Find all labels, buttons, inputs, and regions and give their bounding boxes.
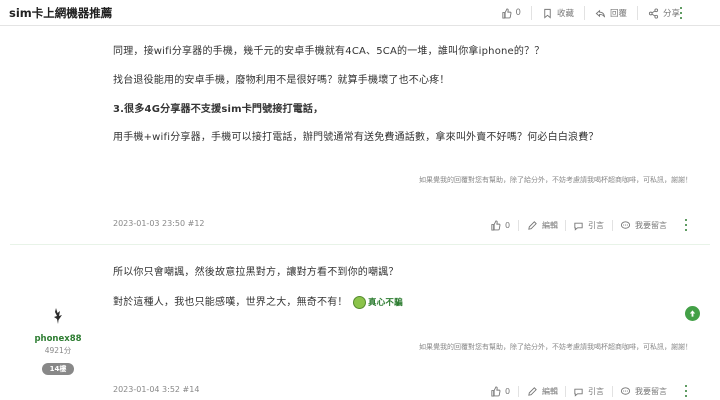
like-button[interactable]: 0	[490, 217, 510, 233]
reply-icon	[595, 9, 606, 17]
signature: 如果覺我的回覆對您有幫助，除了給分外，不妨考慮請我喝杯超商咖啡，可私訊，謝謝！	[419, 176, 692, 184]
post-paragraph: 找台退役能用的安卓手機，廢物利用不是很好嗎？就算手機壞了也不心疼！	[113, 75, 450, 86]
post-paragraph: 3.很多4G分享器不支援sim卡門號接打電話，	[113, 104, 324, 115]
share-icon	[648, 7, 659, 19]
edit-button[interactable]: 編輯	[527, 383, 558, 399]
floor-badge: 14樓	[41, 363, 75, 375]
comment-button[interactable]: 我要留言	[620, 383, 667, 399]
post-paragraph: 對於這種人，我也只能感嘆，世界之大，無奇不有！	[113, 297, 348, 308]
post-paragraph: 用手機+wifi分享器，手機可以接打電話，辦門號通常有送免費通話數，拿來叫外賣不…	[113, 132, 599, 143]
user-card: phonex88 4921分 14樓	[30, 306, 86, 375]
reply-button[interactable]: 回覆	[585, 0, 637, 26]
like-button[interactable]: 0	[491, 0, 531, 26]
comment-label: 我要留言	[635, 220, 667, 230]
quote-label: 引言	[588, 386, 604, 396]
post-more-button[interactable]	[681, 219, 691, 231]
post-footer: 2023-01-04 3:52 #14 0 編輯 引言 我要留言	[0, 383, 720, 399]
pencil-icon	[528, 220, 537, 230]
separator	[565, 220, 566, 231]
topbar-actions: 0 收藏 回覆 分享	[491, 0, 690, 26]
bookmark-label: 收藏	[556, 9, 574, 19]
page-title: sim卡上網機器推薦	[9, 6, 113, 20]
separator	[518, 220, 519, 231]
edit-label: 編輯	[542, 220, 558, 230]
like-count: 0	[505, 386, 511, 396]
post-footer: 2023-01-03 23:50 #12 0 編輯 引言 我要留言	[0, 217, 720, 233]
bookmark-button[interactable]: 收藏	[532, 0, 584, 26]
thumbs-up-icon	[501, 7, 511, 19]
comment-icon	[620, 220, 631, 229]
comment-button[interactable]: 我要留言	[620, 217, 667, 233]
post-timestamp: 2023-01-03 23:50 #12	[113, 219, 205, 228]
emoji-sticker: 真心不騙	[353, 295, 403, 309]
quote-button[interactable]: 引言	[573, 217, 604, 233]
post-divider	[10, 244, 710, 245]
avatar[interactable]	[49, 306, 67, 326]
post-paragraph: 所以你只會嘲諷，然後故意拉黑對方，讓對方看不到你的嘲諷？	[113, 267, 399, 278]
emoji-label: 真心不騙	[368, 298, 403, 308]
quote-label: 引言	[588, 220, 604, 230]
post-more-button[interactable]	[681, 385, 691, 397]
edit-label: 編輯	[542, 386, 558, 396]
comment-icon	[620, 386, 631, 395]
comment-label: 我要留言	[635, 386, 667, 396]
separator	[518, 386, 519, 397]
like-button[interactable]: 0	[490, 383, 510, 399]
quote-icon	[574, 222, 583, 231]
arrow-up-icon	[689, 310, 696, 317]
separator	[612, 220, 613, 231]
bookmark-icon	[544, 8, 551, 19]
post-timestamp: 2023-01-04 3:52 #14	[113, 385, 200, 394]
signature: 如果覺我的回覆對您有幫助，除了給分外，不妨考慮請我喝杯超商咖啡，可私訊，謝謝！	[419, 343, 692, 351]
post-paragraph-with-emoji: 對於這種人，我也只能感嘆，世界之大，無奇不有！ 真心不騙	[113, 293, 403, 309]
topbar: sim卡上網機器推薦 0 收藏 回覆 分享	[0, 0, 720, 26]
edit-button[interactable]: 編輯	[527, 217, 558, 233]
user-score: 4921分	[44, 346, 72, 355]
scroll-up-button[interactable]	[685, 306, 700, 321]
more-menu-button[interactable]	[676, 7, 686, 19]
username[interactable]: phonex88	[30, 334, 86, 344]
separator	[612, 386, 613, 397]
quote-icon	[574, 388, 583, 397]
like-count: 0	[515, 8, 521, 18]
thumbs-up-icon	[491, 385, 501, 397]
pencil-icon	[528, 386, 537, 396]
like-count: 0	[505, 220, 511, 230]
green-face-icon	[353, 295, 366, 309]
quote-button[interactable]: 引言	[573, 383, 604, 399]
reply-label: 回覆	[609, 9, 627, 19]
post-paragraph: 同理，接wifi分享器的手機，幾千元的安卓手機就有4CA、5CA的一堆，誰叫你拿…	[113, 46, 545, 57]
thumbs-up-icon	[491, 219, 501, 231]
separator	[565, 386, 566, 397]
